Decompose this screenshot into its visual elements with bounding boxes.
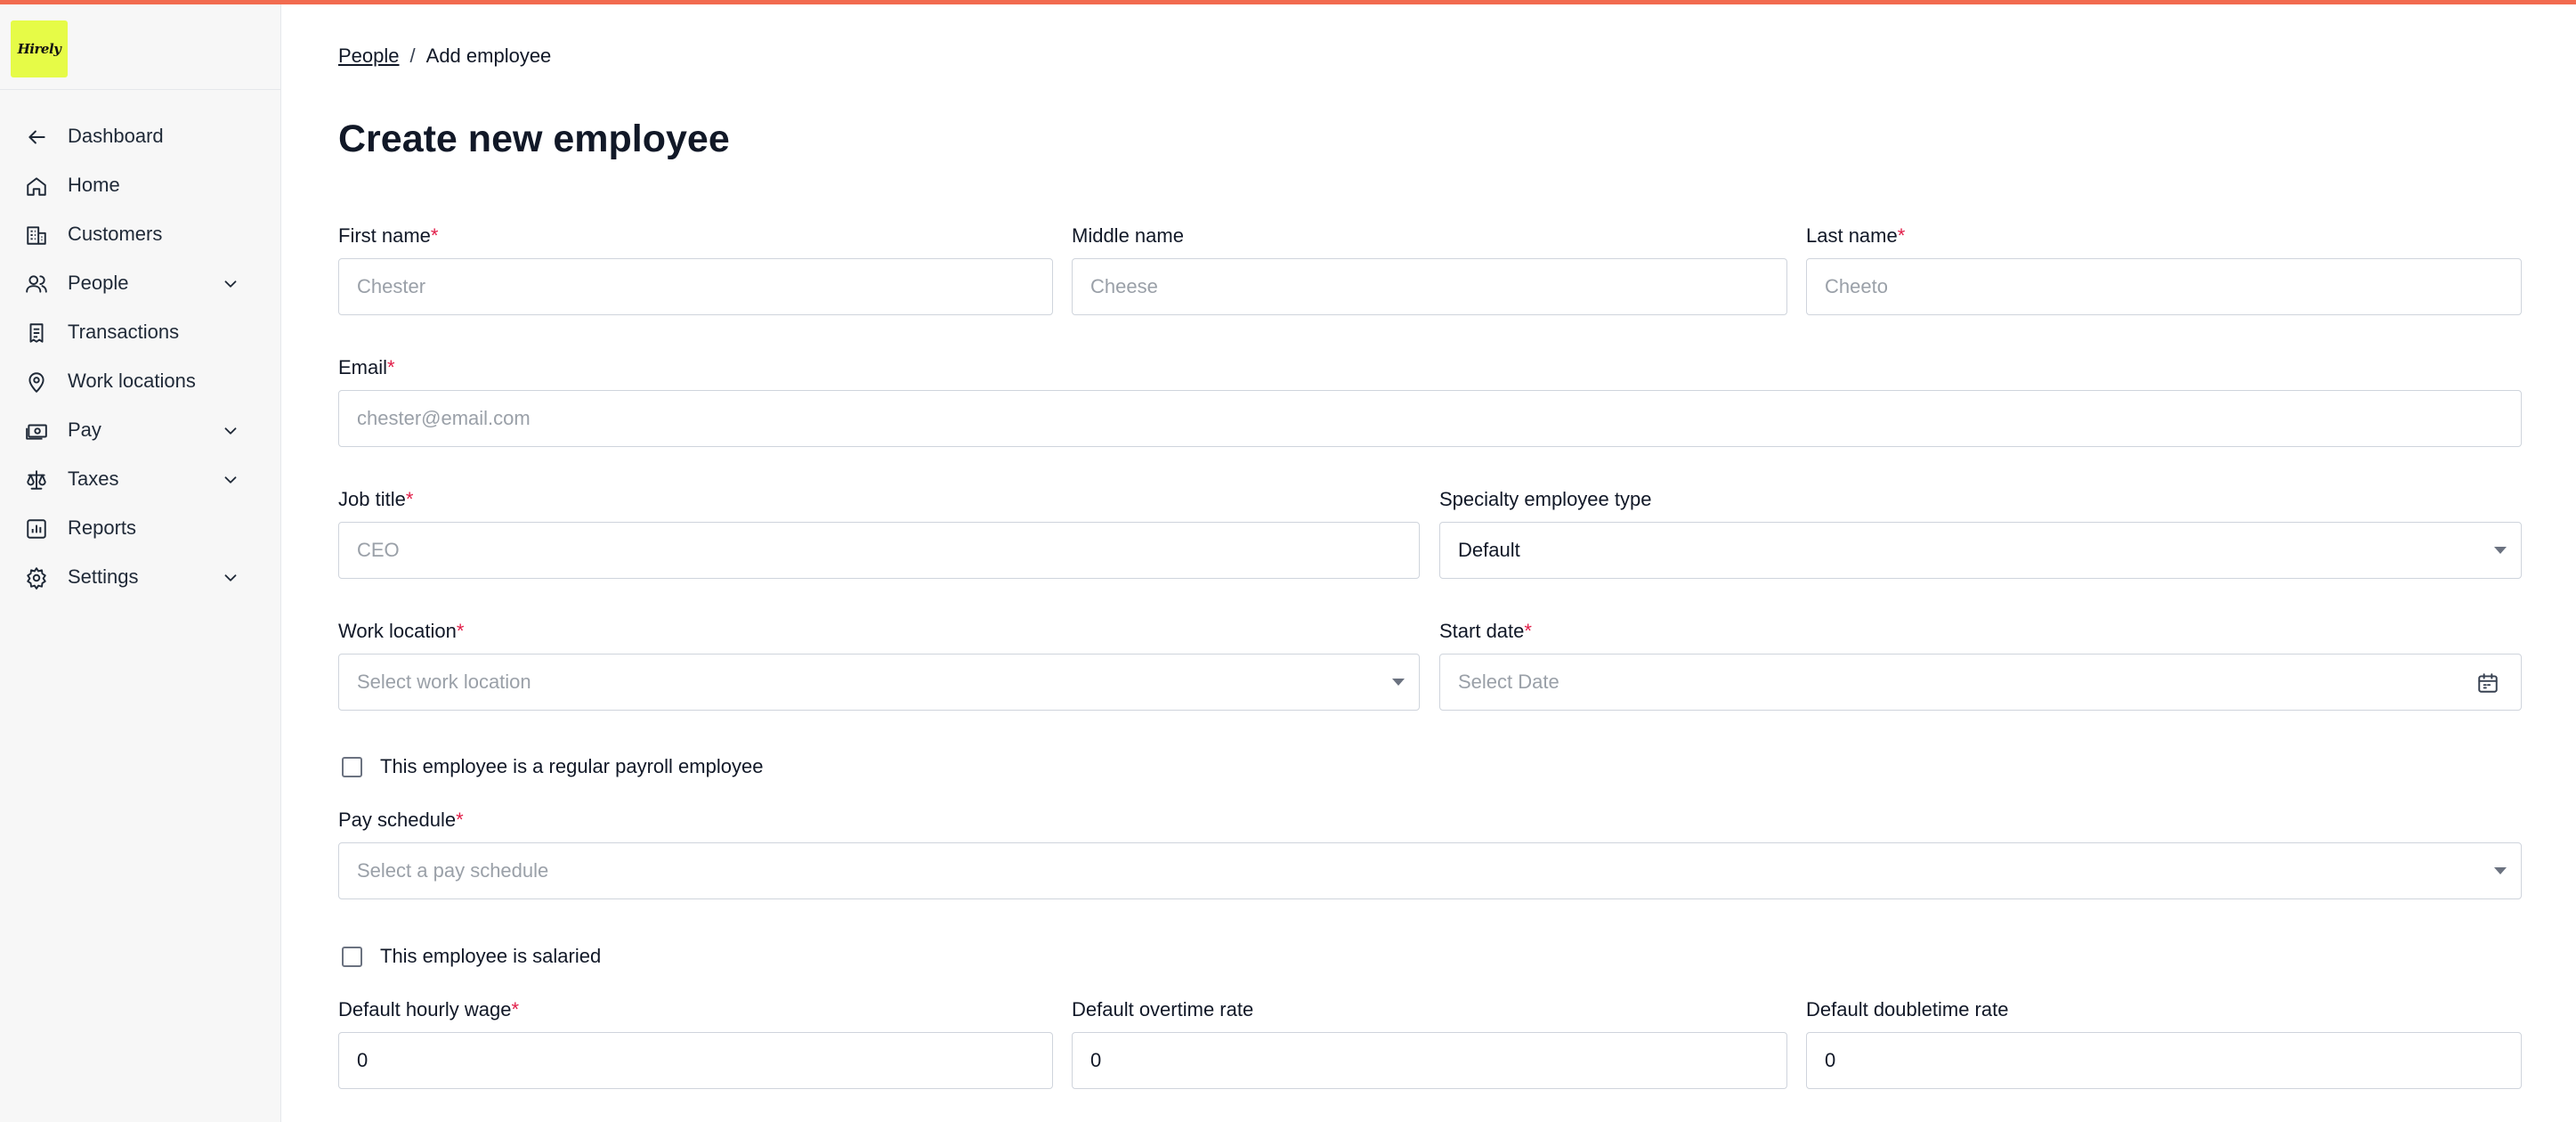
sidebar-item-transactions[interactable]: Transactions [0, 311, 281, 354]
pay-schedule-select[interactable]: Select a pay schedule [338, 842, 2522, 899]
sidebar-item-customers[interactable]: Customers [0, 213, 281, 256]
sidebar-item-label: Pay [68, 419, 101, 441]
main-content: People / Add employee Create new employe… [338, 0, 2523, 1122]
sidebar-item-label: Settings [68, 565, 139, 588]
calendar-icon[interactable] [2476, 671, 2499, 695]
job-title-input[interactable] [338, 522, 1420, 579]
scale-icon [25, 468, 48, 492]
start-date-placeholder: Select Date [1458, 671, 1559, 693]
bar-chart-icon [25, 517, 48, 541]
start-date-picker[interactable]: Select Date [1439, 654, 2522, 711]
sidebar-item-pay[interactable]: Pay [0, 409, 281, 451]
breadcrumb-separator: / [409, 45, 416, 67]
job-title-label: Job title* [338, 488, 414, 510]
logo-area: Hirely [0, 4, 280, 90]
specialty-type-value: Default [1458, 539, 1520, 561]
salaried-checkbox-row[interactable]: This employee is salaried [342, 945, 601, 968]
sidebar-item-settings[interactable]: Settings [0, 556, 281, 598]
middle-name-label: Middle name [1072, 224, 1184, 247]
email-label: Email* [338, 356, 395, 378]
chevron-down-icon[interactable] [221, 470, 240, 490]
chevron-down-icon[interactable] [221, 568, 240, 588]
sidebar-item-label: Home [68, 174, 120, 196]
sidebar-item-reports[interactable]: Reports [0, 507, 281, 549]
gear-icon [25, 566, 48, 589]
salaried-label: This employee is salaried [380, 945, 602, 967]
receipt-icon [25, 321, 48, 345]
pay-schedule-placeholder: Select a pay schedule [357, 859, 549, 882]
email-input[interactable] [338, 390, 2522, 447]
hourly-wage-label: Default hourly wage* [338, 998, 520, 1020]
logo-text: Hirely [17, 41, 61, 57]
salaried-checkbox[interactable] [342, 946, 362, 967]
banknote-icon [25, 419, 48, 443]
breadcrumb-people-link[interactable]: People [338, 45, 400, 68]
sidebar-item-home[interactable]: Home [0, 164, 281, 207]
building-icon [25, 224, 48, 247]
first-name-input[interactable] [338, 258, 1053, 315]
hourly-wage-input[interactable] [338, 1032, 1053, 1089]
doubletime-rate-label: Default doubletime rate [1806, 998, 2009, 1020]
sidebar-item-label: Customers [68, 223, 163, 245]
users-icon [25, 272, 48, 296]
regular-payroll-checkbox[interactable] [342, 756, 362, 777]
doubletime-rate-input[interactable] [1806, 1032, 2522, 1089]
sidebar-item-label: People [68, 272, 129, 294]
sidebar-item-label: Taxes [68, 467, 119, 490]
work-location-label: Work location* [338, 620, 465, 642]
last-name-input[interactable] [1806, 258, 2522, 315]
sidebar: Hirely Dashboard Home Customers People T… [0, 4, 281, 1122]
sidebar-item-label: Transactions [68, 321, 180, 343]
sidebar-item-label: Reports [68, 516, 137, 539]
specialty-type-label: Specialty employee type [1439, 488, 1652, 510]
sidebar-item-label: Work locations [68, 370, 196, 392]
caret-down-icon [2494, 867, 2507, 874]
sidebar-item-taxes[interactable]: Taxes [0, 458, 281, 500]
pay-schedule-label: Pay schedule* [338, 809, 464, 831]
work-location-placeholder: Select work location [357, 671, 531, 693]
first-name-label: First name* [338, 224, 439, 247]
start-date-label: Start date* [1439, 620, 1532, 642]
sidebar-item-dashboard[interactable]: Dashboard [0, 115, 281, 158]
overtime-rate-input[interactable] [1072, 1032, 1787, 1089]
chevron-down-icon[interactable] [221, 274, 240, 294]
overtime-rate-label: Default overtime rate [1072, 998, 1254, 1020]
sidebar-item-people[interactable]: People [0, 262, 281, 305]
sidebar-item-work-locations[interactable]: Work locations [0, 360, 281, 402]
regular-payroll-checkbox-row[interactable]: This employee is a regular payroll emplo… [342, 755, 763, 778]
hirely-logo[interactable]: Hirely [11, 20, 68, 77]
middle-name-input[interactable] [1072, 258, 1787, 315]
work-location-select[interactable]: Select work location [338, 654, 1420, 711]
chevron-down-icon[interactable] [221, 421, 240, 441]
caret-down-icon [2494, 547, 2507, 554]
breadcrumb-current: Add employee [425, 45, 552, 67]
arrow-left-icon [25, 126, 48, 149]
sidebar-item-label: Dashboard [68, 125, 164, 147]
home-icon [25, 175, 48, 198]
page-title: Create new employee [338, 118, 730, 160]
regular-payroll-label: This employee is a regular payroll emplo… [380, 755, 764, 777]
breadcrumb: People / Add employee [338, 45, 551, 68]
map-pin-icon [25, 370, 48, 394]
last-name-label: Last name* [1806, 224, 1906, 247]
specialty-type-select[interactable]: Default [1439, 522, 2522, 579]
caret-down-icon [1392, 679, 1405, 686]
